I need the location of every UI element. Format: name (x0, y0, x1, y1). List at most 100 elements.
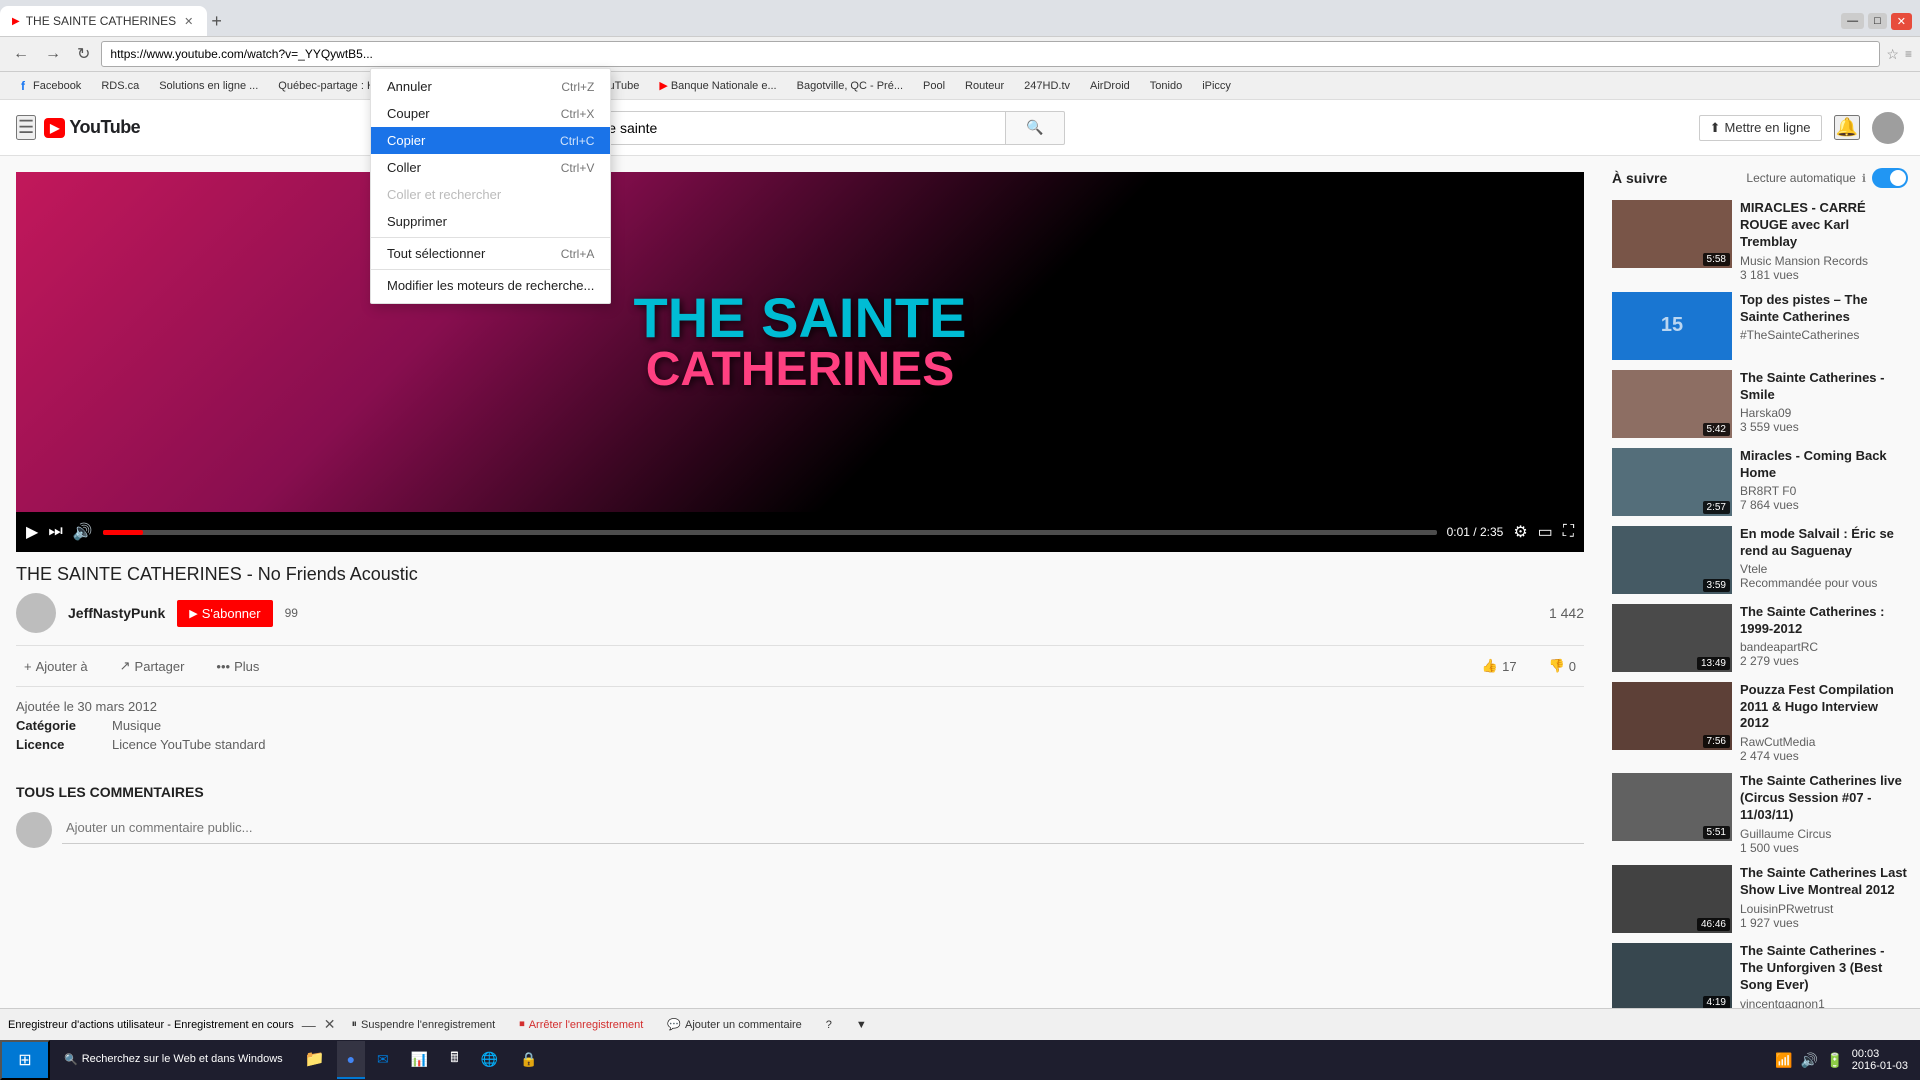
upload-btn[interactable]: ⬆ Mettre en ligne (1699, 115, 1822, 141)
ctx-couper[interactable]: Couper Ctrl+X (371, 100, 610, 127)
like-btn[interactable]: 👍 17 (1474, 654, 1525, 678)
rec-item-2[interactable]: 15 Top des pistes – The Sainte Catherine… (1612, 292, 1908, 360)
ctx-coller[interactable]: Coller Ctrl+V (371, 154, 610, 181)
active-tab[interactable]: ▶ THE SAINTE CATHERINES ✕ (0, 6, 207, 36)
settings-menu-btn[interactable]: ≡ (1905, 47, 1912, 61)
taskbar-file-explorer[interactable]: 📁 (295, 1041, 335, 1079)
taskbar-chrome[interactable]: ● (337, 1041, 365, 1079)
bookmark-youtube[interactable]: ▶ Banque Nationale e... (651, 77, 784, 94)
view-count: 1 442 (1549, 605, 1584, 621)
browser-chrome: ▶ THE SAINTE CATHERINES ✕ + — □ ✕ ← → ↻ … (0, 0, 1920, 100)
rec-item-3[interactable]: 5:42 The Sainte Catherines - Smile Harsk… (1612, 370, 1908, 438)
bookmark-facebook[interactable]: f Facebook (8, 77, 89, 95)
hamburger-menu-btn[interactable]: ☰ (16, 115, 36, 140)
suspend-recording-btn[interactable]: ⏸ Suspendre l'enregistrement (344, 1016, 504, 1033)
new-tab-btn[interactable]: + (211, 11, 222, 32)
rec-views-7: 2 474 vues (1740, 749, 1908, 763)
rec-item-4[interactable]: 2:57 Miracles - Coming Back Home BR8RT F… (1612, 448, 1908, 516)
yt-logo[interactable]: ▶ YouTube (44, 117, 140, 138)
taskbar-search[interactable]: 🔍 Recherchez sur le Web et dans Windows (54, 1041, 293, 1079)
bookmark-pool[interactable]: Routeur (957, 78, 1012, 94)
taskbar-app3[interactable]: 🌐 (471, 1041, 508, 1079)
play-btn[interactable]: ▶ (26, 522, 38, 542)
rec-item-9[interactable]: 46:46 The Sainte Catherines Last Show Li… (1612, 865, 1908, 933)
maximize-btn[interactable]: □ (1868, 13, 1887, 29)
sound-icon[interactable]: 🔊 (1801, 1052, 1818, 1069)
volume-btn[interactable]: 🔊 (73, 522, 93, 542)
comment-input[interactable] (62, 812, 1584, 844)
taskbar-app2[interactable]: 🖩 (440, 1041, 468, 1079)
video-band-name-line1: THE SAINTE (634, 290, 967, 346)
video-info: THE SAINTE CATHERINES - No Friends Acous… (16, 552, 1584, 768)
more-btn[interactable]: ••• Plus (208, 655, 267, 678)
bookmark-star-btn[interactable]: ☆ (1886, 46, 1899, 63)
bookmark-bagotville[interactable]: Pool (915, 78, 953, 94)
rec-duration-4: 2:57 (1703, 501, 1730, 514)
more-options-btn[interactable]: ▼ (848, 1017, 875, 1033)
bookmark-rds[interactable]: RDS.ca (93, 78, 147, 94)
ctx-copier[interactable]: Copier Ctrl+C (371, 127, 610, 154)
user-avatar[interactable] (1872, 112, 1904, 144)
ctx-modifier-moteurs[interactable]: Modifier les moteurs de recherche... (371, 272, 610, 299)
ctx-modifier-label: Modifier les moteurs de recherche... (387, 278, 594, 293)
channel-name[interactable]: JeffNastyPunk (68, 605, 165, 621)
minimize-btn[interactable]: — (1841, 13, 1864, 29)
rec-duration-6: 13:49 (1697, 657, 1730, 670)
notifications-btn[interactable]: 🔔 (1834, 115, 1860, 140)
cat-value: Musique (112, 718, 161, 733)
bookmark-247hd[interactable]: AirDroid (1082, 78, 1138, 94)
rec-item-1[interactable]: 5:58 MIRACLES - CARRÉ ROUGE avec Karl Tr… (1612, 200, 1908, 282)
progress-bar[interactable] (103, 530, 1437, 535)
ctx-tout-selectionner[interactable]: Tout sélectionner Ctrl+A (371, 240, 610, 267)
tab-space: — □ ✕ (222, 13, 1920, 30)
subscribe-btn[interactable]: ▶ S'abonner (177, 600, 272, 627)
yt-logo-area: ☰ ▶ YouTube (16, 115, 140, 140)
dislike-btn[interactable]: 👎 0 (1541, 654, 1584, 678)
help-btn[interactable]: ? (818, 1017, 840, 1033)
rec-item-7[interactable]: 7:56 Pouzza Fest Compilation 2011 & Hugo… (1612, 682, 1908, 764)
rec-item-6[interactable]: 13:49 The Sainte Catherines : 1999-2012 … (1612, 604, 1908, 672)
settings-control-btn[interactable]: ⚙ (1513, 522, 1527, 542)
share-btn[interactable]: ↗ Partager (112, 654, 193, 678)
add-to-btn[interactable]: + Ajouter à (16, 655, 96, 678)
close-window-btn[interactable]: ✕ (1891, 13, 1912, 30)
next-btn[interactable]: ⏭ (48, 523, 62, 541)
recording-minimize-btn[interactable]: — (302, 1017, 316, 1033)
rec-item-8[interactable]: 5:51 The Sainte Catherines live (Circus … (1612, 773, 1908, 855)
taskbar-app4[interactable]: 🔒 (510, 1041, 547, 1079)
theater-btn[interactable]: ▭ (1538, 522, 1553, 542)
autoplay-toggle[interactable] (1872, 168, 1908, 188)
fullscreen-btn[interactable]: ⛶ (1563, 523, 1574, 541)
share-label: Partager (135, 659, 185, 674)
bookmark-routeur[interactable]: 247HD.tv (1016, 78, 1078, 94)
taskbar-app1[interactable]: 📊 (401, 1041, 438, 1079)
add-comment-btn[interactable]: 💬 Ajouter un commentaire (659, 1016, 809, 1033)
bookmark-ipiccy[interactable] (1243, 84, 1259, 88)
bookmark-tonido[interactable]: iPiccy (1194, 78, 1239, 94)
forward-btn[interactable]: → (40, 43, 66, 65)
clock[interactable]: 00:03 2016-01-03 (1852, 1048, 1908, 1072)
recording-close-btn[interactable]: ✕ (324, 1016, 336, 1033)
ctx-annuler[interactable]: Annuler Ctrl+Z (371, 73, 610, 100)
bookmark-airdroid[interactable]: Tonido (1142, 78, 1190, 94)
yt-header-right: ⬆ Mettre en ligne 🔔 (1699, 112, 1904, 144)
address-bar[interactable] (101, 41, 1880, 67)
yt-search-btn[interactable]: 🔍 (1005, 111, 1065, 145)
network-icon[interactable]: 📶 (1775, 1052, 1792, 1069)
back-btn[interactable]: ← (8, 43, 34, 65)
taskbar-outlook[interactable]: ✉ (367, 1041, 399, 1079)
start-btn[interactable]: ⊞ (0, 1040, 50, 1080)
taskbar-items: 🔍 Recherchez sur le Web et dans Windows … (50, 1041, 1763, 1079)
ctx-supprimer[interactable]: Supprimer (371, 208, 610, 235)
battery-icon[interactable]: 🔋 (1826, 1052, 1843, 1069)
stop-recording-btn[interactable]: ⏹ Arrêter l'enregistrement (511, 1016, 651, 1033)
bookmark-banque[interactable]: Bagotville, QC - Pré... (789, 78, 911, 94)
bookmark-solutions[interactable]: Solutions en ligne ... (151, 78, 266, 94)
rec-item-5[interactable]: 3:59 En mode Salvail : Éric se rend au S… (1612, 526, 1908, 594)
reload-btn[interactable]: ↻ (72, 42, 95, 66)
rec-channel-3: Harska09 (1740, 406, 1908, 420)
rec-thumb-7: 7:56 (1612, 682, 1732, 750)
info-icon: ℹ (1862, 172, 1866, 185)
like-count: 17 (1502, 659, 1516, 674)
tab-close-btn[interactable]: ✕ (182, 13, 195, 30)
